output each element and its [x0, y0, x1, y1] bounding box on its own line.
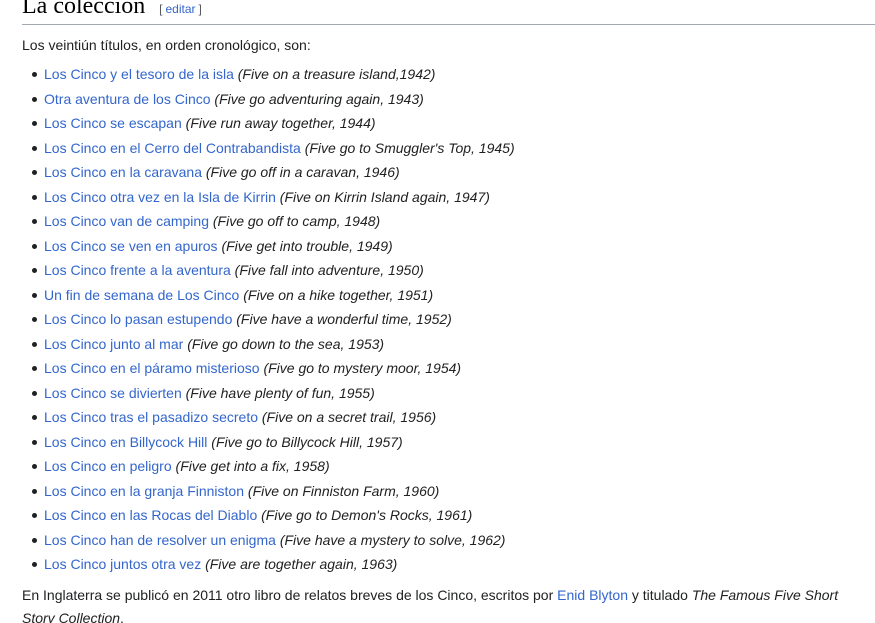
book-title-link[interactable]: Los Cinco tras el pasadizo secreto	[44, 409, 258, 425]
bullet-icon	[32, 96, 37, 102]
list-item: Los Cinco frente a la aventura (Five fal…	[22, 258, 515, 283]
list-item: Los Cinco en la caravana (Five go off in…	[22, 160, 515, 185]
book-original-title: (Five get into a fix, 1958)	[175, 458, 330, 474]
bullet-icon	[32, 439, 37, 445]
book-title-link[interactable]: Los Cinco se escapan	[44, 115, 182, 131]
bullet-icon	[32, 243, 37, 249]
outro-text-before: En Inglaterra se publicó en 2011 otro li…	[22, 587, 558, 603]
book-original-title: (Five on Kirrin Island again, 1947)	[279, 188, 490, 205]
bullet-icon	[32, 292, 37, 298]
list-item: Los Cinco y el tesoro de la isla (Five o…	[22, 62, 515, 87]
list-item: Los Cinco han de resolver un enigma (Fiv…	[22, 528, 515, 553]
book-original-title: (Five are together again, 1963)	[205, 556, 398, 572]
bullet-icon	[32, 219, 37, 224]
list-item: Los Cinco en la granja Finniston (Five o…	[22, 479, 515, 504]
bullet-icon	[32, 194, 37, 200]
book-original-title: (Five go down to the sea, 1953)	[187, 335, 385, 352]
list-item: Los Cinco se ven en apuros (Five get int…	[22, 234, 515, 259]
book-original-title: (Five on a secret trail, 1956)	[261, 409, 437, 425]
book-original-title: (Five go to Smuggler's Top, 1945)	[304, 139, 515, 156]
book-original-title: (Five fall into adventure, 1950)	[234, 262, 424, 278]
book-title-link[interactable]: Los Cinco van de camping	[44, 213, 209, 229]
edit-section-link[interactable]: editar	[166, 2, 196, 16]
list-item: Los Cinco en el páramo misterioso (Five …	[22, 356, 515, 381]
list-item: Los Cinco en peligro (Five get into a fi…	[22, 454, 515, 479]
book-title-link[interactable]: Los Cinco se ven en apuros	[44, 238, 218, 254]
book-original-title: (Five on Finniston Farm, 1960)	[247, 482, 440, 499]
outro-paragraph: En Inglaterra se publicó en 2011 otro li…	[22, 584, 867, 623]
book-title-link[interactable]: Los Cinco juntos otra vez	[44, 556, 201, 572]
section-title: La colección	[22, 0, 146, 19]
list-item: Los Cinco junto al mar (Five go down to …	[22, 332, 515, 357]
book-title-link[interactable]: Los Cinco frente a la aventura	[44, 262, 231, 278]
edit-section: [editar]	[159, 2, 202, 16]
list-item: Los Cinco en Billycock Hill (Five go to …	[22, 430, 515, 455]
bullet-icon	[32, 121, 37, 126]
list-item: Los Cinco van de camping (Five go off to…	[22, 209, 515, 234]
bullet-icon	[32, 488, 37, 494]
author-link[interactable]: Enid Blyton	[557, 587, 628, 603]
book-title-link[interactable]: Los Cinco en la granja Finniston	[44, 483, 244, 499]
book-original-title: (Five on a treasure island,1942)	[237, 66, 436, 82]
list-item: Los Cinco tras el pasadizo secreto (Five…	[22, 405, 515, 430]
list-item: Otra aventura de los Cinco (Five go adve…	[22, 87, 515, 112]
bullet-icon	[32, 145, 37, 151]
bullet-icon	[32, 72, 37, 77]
book-original-title: (Five go off to camp, 1948)	[212, 213, 381, 229]
bullet-icon	[32, 317, 37, 322]
intro-text: Los veintiún títulos, en orden cronológi…	[22, 37, 311, 53]
book-original-title: (Five have plenty of fun, 1955)	[185, 384, 375, 401]
book-title-link[interactable]: Un fin de semana de Los Cinco	[44, 287, 239, 303]
book-title-link[interactable]: Los Cinco en Billycock Hill	[44, 434, 207, 450]
bullet-icon	[32, 341, 37, 347]
book-title-link[interactable]: Los Cinco y el tesoro de la isla	[44, 66, 234, 82]
book-title-link[interactable]: Los Cinco en peligro	[44, 458, 172, 474]
list-item: Los Cinco se divierten (Five have plenty…	[22, 381, 515, 406]
bullet-icon	[32, 562, 37, 567]
book-original-title: (Five go to Demon's Rocks, 1961)	[261, 507, 473, 523]
book-list: Los Cinco y el tesoro de la isla (Five o…	[22, 62, 515, 577]
book-original-title: (Five go to mystery moor, 1954)	[263, 360, 462, 376]
bullet-icon	[32, 513, 37, 518]
book-original-title: (Five on a hike together, 1951)	[243, 286, 434, 303]
bullet-icon	[32, 464, 37, 469]
book-title-link[interactable]: Los Cinco en el páramo misterioso	[44, 360, 260, 376]
list-item: Los Cinco en el Cerro del Contrabandista…	[22, 136, 515, 161]
bullet-icon	[32, 170, 37, 175]
list-item: Los Cinco otra vez en la Isla de Kirrin …	[22, 185, 515, 210]
book-title-link[interactable]: Los Cinco junto al mar	[44, 336, 183, 352]
book-original-title: (Five go adventuring again, 1943)	[214, 90, 424, 107]
bullet-icon	[32, 366, 37, 371]
book-title-link[interactable]: Los Cinco han de resolver un enigma	[44, 532, 276, 548]
book-title-link[interactable]: Los Cinco lo pasan estupendo	[44, 311, 232, 327]
edit-bracket-open: [	[159, 2, 163, 16]
book-original-title: (Five get into trouble, 1949)	[221, 237, 393, 254]
outro-text-after: y titulado	[627, 587, 692, 603]
book-title-link[interactable]: Los Cinco en el Cerro del Contrabandista	[44, 140, 301, 156]
book-original-title: (Five have a mystery to solve, 1962)	[279, 531, 506, 548]
book-original-title: (Five run away together, 1944)	[185, 115, 376, 131]
book-title-link[interactable]: Los Cinco en la caravana	[44, 164, 202, 180]
list-item: Los Cinco juntos otra vez (Five are toge…	[22, 552, 515, 577]
book-original-title: (Five go off in a caravan, 1946)	[205, 164, 400, 180]
book-title-link[interactable]: Los Cinco en las Rocas del Diablo	[44, 507, 257, 523]
bullet-icon	[32, 415, 37, 420]
list-item: Los Cinco se escapan (Five run away toge…	[22, 111, 515, 136]
outro-text-end: .	[120, 610, 124, 623]
bullet-icon	[32, 390, 37, 396]
book-original-title: (Five have a wonderful time, 1952)	[236, 311, 452, 327]
list-item: Los Cinco en las Rocas del Diablo (Five …	[22, 503, 515, 528]
book-title-link[interactable]: Los Cinco se divierten	[44, 385, 182, 401]
book-title-link[interactable]: Otra aventura de los Cinco	[44, 91, 211, 107]
section-heading: La colección [editar]	[22, 0, 875, 25]
edit-bracket-close: ]	[198, 2, 202, 16]
bullet-icon	[32, 537, 37, 543]
book-title-link[interactable]: Los Cinco otra vez en la Isla de Kirrin	[44, 189, 276, 205]
list-item: Un fin de semana de Los Cinco (Five on a…	[22, 283, 515, 308]
list-item: Los Cinco lo pasan estupendo (Five have …	[22, 307, 515, 332]
book-original-title: (Five go to Billycock Hill, 1957)	[211, 433, 403, 450]
bullet-icon	[32, 268, 37, 273]
